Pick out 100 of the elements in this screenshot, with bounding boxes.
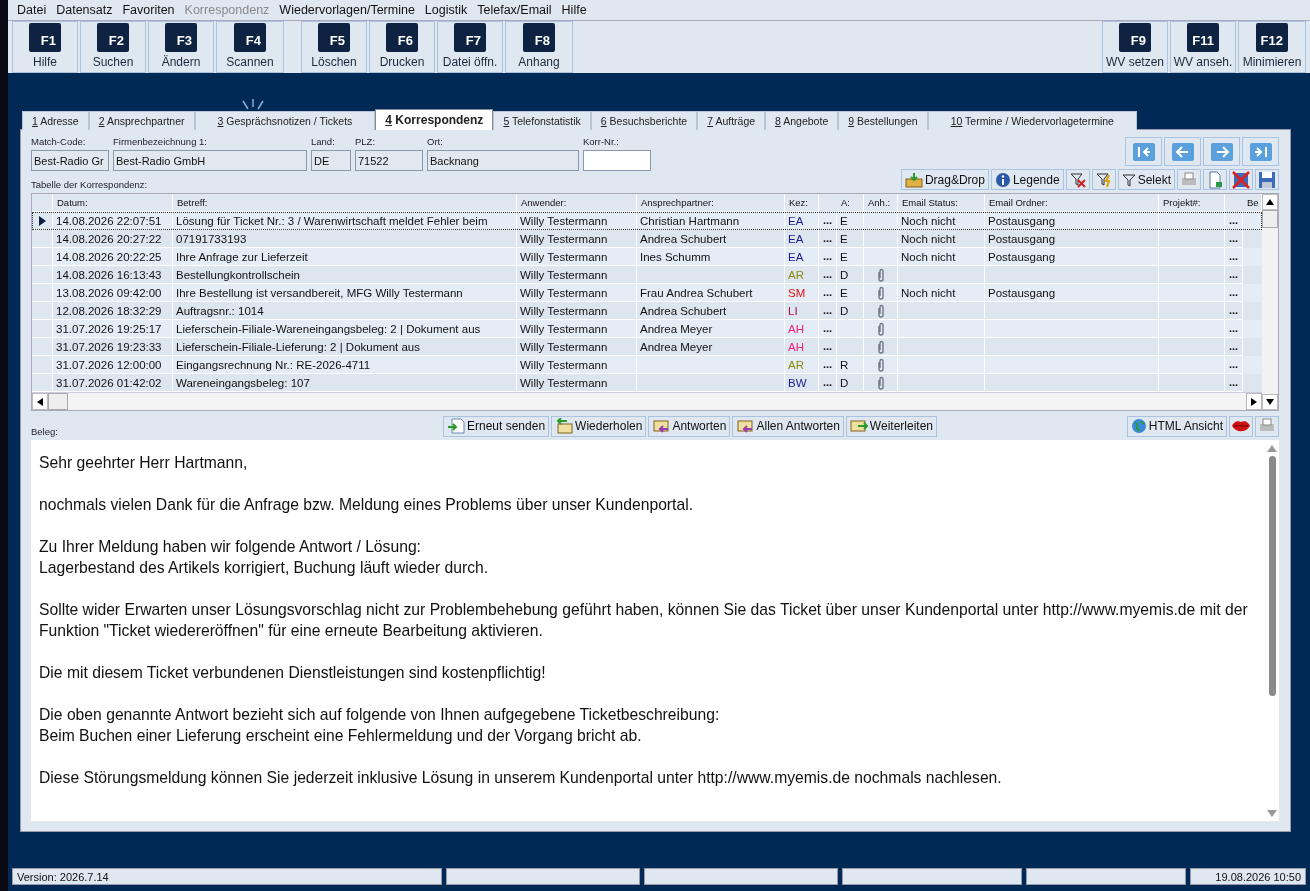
export-button[interactable] xyxy=(1203,169,1227,191)
text-field[interactable] xyxy=(583,150,651,172)
print-button[interactable] xyxy=(1177,169,1201,191)
navigation-button[interactable] xyxy=(1242,137,1279,167)
scroll-right-icon[interactable] xyxy=(1246,393,1262,411)
function-key-button[interactable]: F12 Minimieren xyxy=(1238,21,1306,74)
tab[interactable]: 2 Ansprechpartner xyxy=(88,111,195,131)
table-row[interactable]: 14.08.2026 20:22:25 Ihre Anfrage zur Lieferzeit Willy Testermann Ines Schumm EA ... E Noch nicht Postausgang ... xyxy=(32,248,1262,267)
function-key-button[interactable]: F11 WV anseh. xyxy=(1170,21,1236,74)
function-key-button[interactable]: F3 Ändern xyxy=(148,21,214,74)
mail-action-button[interactable]: Wiederholen xyxy=(551,415,647,437)
function-key-button[interactable]: F9 WV setzen xyxy=(1102,21,1168,74)
toolbar-button[interactable]: Drag&Drop xyxy=(900,169,989,191)
function-key-button[interactable]: F2 Suchen xyxy=(80,21,146,74)
menu-item[interactable]: Datensatz xyxy=(56,3,113,18)
text-field[interactable]: Best-Radio GmbH xyxy=(113,150,307,172)
text-field[interactable]: 71522 xyxy=(355,150,423,172)
lips-button[interactable] xyxy=(1229,415,1253,437)
navigation-button[interactable] xyxy=(1125,137,1162,167)
message-text: Die mit diesem Ticket verbundenen Dienstleistungen sind kostenpflichtig! xyxy=(39,663,546,684)
more-button[interactable]: ... xyxy=(820,215,835,227)
table-row[interactable]: 31.07.2026 19:23:33 Lieferschein-Filiale-Lieferung: 2 | Dokument aus Willy Testermann Andrea Meyer AH ... ... xyxy=(32,338,1262,357)
more-button[interactable]: ... xyxy=(1226,359,1241,371)
toolbar-button[interactable]: Selekt xyxy=(1117,169,1175,191)
function-key-button[interactable]: F6 Drucken xyxy=(369,21,435,74)
more-button[interactable]: ... xyxy=(1226,251,1241,263)
table-row[interactable]: 31.07.2026 12:00:00 Eingangsrechnung Nr.: RE-2026-4711 Willy Testermann AR ... R ... xyxy=(32,356,1262,375)
field-label: Korr-Nr.: xyxy=(583,136,620,148)
menu-item[interactable]: Favoriten xyxy=(122,3,175,18)
field-label: Ort: xyxy=(427,136,444,148)
vertical-scrollbar[interactable] xyxy=(1262,194,1278,411)
function-key-button[interactable]: F5 Löschen xyxy=(301,21,367,74)
tab[interactable]: 6 Besuchsberichte xyxy=(590,111,698,131)
scrollbar-thumb[interactable] xyxy=(1268,456,1276,697)
delete-button[interactable] xyxy=(1229,169,1253,191)
scroll-up-icon[interactable] xyxy=(1262,194,1278,211)
table-row[interactable]: 31.07.2026 01:42:02 Wareneingangsbeleg: 107 Willy Testermann BW ... D ... xyxy=(32,374,1262,393)
tab[interactable]: 3 Gesprächsnotizen / Tickets xyxy=(194,111,376,131)
more-button[interactable]: ... xyxy=(820,323,835,335)
more-button[interactable]: ... xyxy=(820,341,835,353)
tab[interactable]: 5 Telefonstatistik xyxy=(493,111,591,131)
navigation-button[interactable] xyxy=(1164,137,1201,167)
more-button[interactable]: ... xyxy=(820,269,835,281)
menu-item[interactable]: Telefax/Email xyxy=(477,3,552,18)
more-button[interactable]: ... xyxy=(1226,377,1241,389)
tab[interactable]: 1 Adresse xyxy=(22,111,89,131)
filter-remove-button[interactable] xyxy=(1065,169,1090,191)
table-row[interactable]: 31.07.2026 19:25:17 Lieferschein-Filiale-Wareneingangsbeleg: 2 | Dokument aus Willy Testermann Andrea Meyer AH ... ... xyxy=(32,320,1262,339)
tab[interactable]: 7 Aufträge xyxy=(697,111,766,131)
more-button[interactable]: ... xyxy=(1226,287,1241,299)
more-button[interactable]: ... xyxy=(820,359,835,371)
more-button[interactable]: ... xyxy=(820,287,835,299)
filter-flash-button[interactable] xyxy=(1091,169,1116,191)
more-button[interactable]: ... xyxy=(1226,215,1241,227)
mail-action-button[interactable]: Erneut senden xyxy=(443,415,550,437)
function-key-button[interactable]: F8 Anhang xyxy=(505,21,573,74)
table-row[interactable]: 14.08.2026 20:27:22 07191733193 Willy Testermann Andrea Schubert EA ... E Noch nicht Postausgang ... xyxy=(32,230,1262,249)
scrollbar-thumb[interactable] xyxy=(48,393,68,411)
more-button[interactable]: ... xyxy=(820,233,835,245)
mail-action-button[interactable]: Antworten xyxy=(648,415,731,437)
table-cell: D xyxy=(840,268,849,281)
tab[interactable]: 10 Termine / Wiedervorlagetermine xyxy=(927,111,1137,131)
html-view-button[interactable]: HTML Ansicht xyxy=(1126,415,1227,437)
more-button[interactable]: ... xyxy=(820,377,835,389)
menu-item[interactable]: Hilfe xyxy=(561,3,587,18)
tab[interactable]: 8 Angebote xyxy=(765,111,839,131)
text-field[interactable]: Best-Radio Gr xyxy=(31,150,109,172)
text-field[interactable]: DE xyxy=(311,150,351,172)
function-key-button[interactable]: F7 Datei öffn. xyxy=(437,21,503,74)
menu-item[interactable]: Logistik xyxy=(424,3,468,18)
navigation-button[interactable] xyxy=(1203,137,1240,167)
function-key-button[interactable]: F4 Scannen xyxy=(216,21,284,74)
tab[interactable]: 4 Korrespondenz xyxy=(375,109,494,131)
more-button[interactable]: ... xyxy=(820,305,835,317)
table-row[interactable]: 12.08.2026 18:32:29 Auftragsnr.: 1014 Willy Testermann Andrea Schubert LI ... D ... xyxy=(32,302,1262,321)
scroll-left-icon[interactable] xyxy=(32,393,48,411)
text-field[interactable]: Backnang xyxy=(427,150,579,172)
more-button[interactable]: ... xyxy=(1226,233,1241,245)
mail-action-button[interactable]: Weiterleiten xyxy=(845,415,937,437)
horizontal-scrollbar[interactable] xyxy=(32,392,1262,411)
more-button[interactable]: ... xyxy=(1226,269,1241,281)
row-selector[interactable] xyxy=(32,212,53,231)
more-button[interactable]: ... xyxy=(1226,323,1241,335)
mail-action-button[interactable]: Allen Antworten xyxy=(732,415,844,437)
lips-icon xyxy=(1231,419,1251,434)
function-key-button[interactable]: F1 Hilfe xyxy=(12,21,78,74)
toolbar-button[interactable]: Legende xyxy=(990,169,1064,191)
more-button[interactable]: ... xyxy=(1226,305,1241,317)
scrollbar-thumb[interactable] xyxy=(1262,210,1278,229)
first-record-icon xyxy=(1132,142,1155,161)
menu-item[interactable]: Datei xyxy=(17,3,47,18)
scroll-down-icon[interactable] xyxy=(1262,394,1278,411)
save-button[interactable] xyxy=(1255,169,1279,191)
more-button[interactable]: ... xyxy=(1226,341,1241,353)
tab[interactable]: 9 Bestellungen xyxy=(838,111,928,131)
table-row[interactable]: 14.08.2026 22:07:51 Lösung für Ticket Nr.: 3 / Warenwirtschaft meldet Fehler beim Willy Testermann Christian Hartmann EA ... E Noch nicht Postausgang ... xyxy=(32,212,1262,231)
more-button[interactable]: ... xyxy=(820,251,835,263)
table-row[interactable]: 14.08.2026 16:13:43 Bestellungkontrollschein Willy Testermann AR ... D ... xyxy=(32,266,1262,285)
table-row[interactable]: 13.08.2026 09:42:00 Ihre Bestellung ist versandbereit, MFG Willy Testermann Willy Testermann Frau Andrea Schubert SM ... E Noch nicht Postausgang ... xyxy=(32,284,1262,303)
menu-item[interactable]: Wiedervorlagen/Termine xyxy=(279,3,415,18)
